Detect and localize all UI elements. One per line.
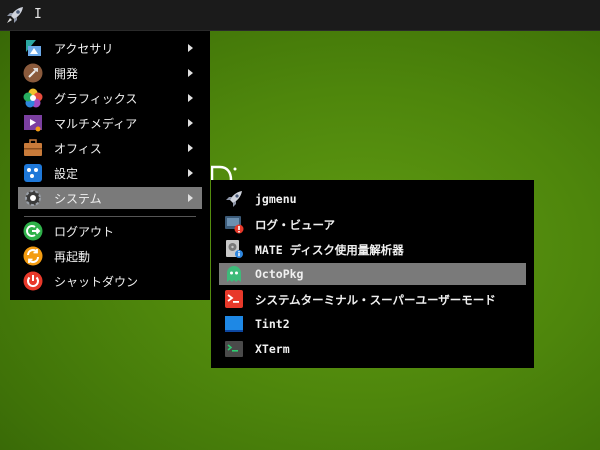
main-menu: アクセサリ 開発 グラフィックス マルチメディア オフィス 設定 システム ログ…	[10, 31, 210, 300]
desktop-icon-fragment	[211, 165, 237, 181]
menu-item-label: シャットダウン	[54, 275, 139, 289]
top-panel: I	[0, 0, 600, 31]
menu-item-label: アクセサリ	[54, 42, 114, 56]
development-icon	[23, 63, 43, 83]
submenu-item-label: jgmenu	[255, 192, 297, 206]
submenu-item-tint2[interactable]: Tint2	[219, 313, 526, 335]
submenu-arrow-icon	[188, 194, 193, 202]
submenu-item-log-viewer[interactable]: ログ・ビューア	[219, 213, 526, 235]
submenu-item-label: OctoPkg	[255, 267, 304, 281]
submenu-item-label: ログ・ビューア	[255, 218, 336, 232]
submenu-item-octopkg[interactable]: OctoPkg	[219, 263, 526, 285]
submenu-arrow-icon	[188, 169, 193, 177]
menu-item-label: システム	[54, 192, 102, 206]
settings-icon	[24, 164, 42, 182]
submenu-arrow-icon	[188, 119, 193, 127]
menu-item-multimedia[interactable]: マルチメディア	[18, 112, 202, 134]
rocket-icon[interactable]	[4, 4, 26, 26]
root-terminal-icon	[225, 290, 243, 308]
disk-usage-icon	[226, 240, 243, 258]
log-viewer-icon	[225, 216, 244, 234]
octopkg-icon	[227, 266, 241, 282]
submenu-arrow-icon	[188, 94, 193, 102]
accessories-icon	[26, 40, 41, 56]
rocket-icon	[226, 191, 242, 207]
submenu-item-label: XTerm	[255, 342, 290, 356]
menu-item-label: グラフィックス	[54, 92, 138, 106]
logout-icon	[23, 221, 43, 241]
submenu-item-jgmenu[interactable]: jgmenu	[219, 188, 526, 210]
menu-item-accessories[interactable]: アクセサリ	[18, 37, 202, 59]
submenu-item-root-terminal[interactable]: システムターミナル・スーパーユーザーモード	[219, 288, 526, 310]
menu-item-label: オフィス	[54, 142, 102, 156]
menu-item-shutdown[interactable]: シャットダウン	[18, 270, 202, 292]
menu-item-label: ログアウト	[54, 225, 115, 239]
menu-item-logout[interactable]: ログアウト	[18, 220, 202, 242]
tint2-icon	[225, 316, 243, 332]
system-submenu: jgmenu ログ・ビューア MATE ディスク使用量解析器 OctoPkg シ…	[211, 180, 534, 368]
menu-item-settings[interactable]: 設定	[18, 162, 202, 184]
xterm-icon	[225, 341, 243, 357]
office-icon	[24, 139, 42, 156]
menu-separator	[24, 216, 196, 217]
menu-item-label: 設定	[54, 167, 79, 181]
submenu-arrow-icon	[188, 44, 193, 52]
submenu-item-xterm[interactable]: XTerm	[219, 338, 526, 360]
system-icon	[25, 190, 41, 206]
menu-item-development[interactable]: 開発	[18, 62, 202, 84]
menu-item-label: 再起動	[54, 250, 91, 264]
menu-item-label: 開発	[54, 67, 79, 81]
submenu-item-label: システムターミナル・スーパーユーザーモード	[255, 293, 496, 307]
menu-item-label: マルチメディア	[54, 117, 138, 131]
panel-text: I	[34, 7, 42, 22]
reboot-icon	[23, 246, 43, 266]
menu-item-graphics[interactable]: グラフィックス	[18, 87, 202, 109]
submenu-arrow-icon	[188, 69, 193, 77]
graphics-icon	[23, 88, 43, 108]
menu-item-system[interactable]: システム	[18, 187, 202, 209]
multimedia-icon	[24, 115, 42, 132]
submenu-arrow-icon	[188, 144, 193, 152]
shutdown-icon	[23, 271, 43, 291]
menu-item-office[interactable]: オフィス	[18, 137, 202, 159]
submenu-item-label: MATE ディスク使用量解析器	[255, 243, 404, 257]
menu-item-reboot[interactable]: 再起動	[18, 245, 202, 267]
submenu-item-disk-usage[interactable]: MATE ディスク使用量解析器	[219, 238, 526, 260]
submenu-item-label: Tint2	[255, 317, 290, 331]
